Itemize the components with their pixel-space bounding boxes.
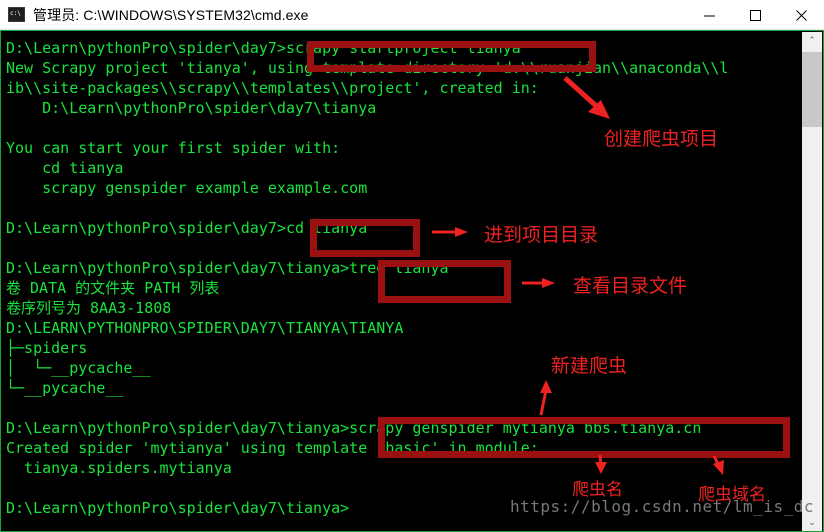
maximize-button[interactable] xyxy=(732,0,778,30)
minimize-button[interactable] xyxy=(686,0,732,30)
scrollbar-thumb[interactable] xyxy=(802,52,822,127)
terminal-line: scrapy genspider example example.com xyxy=(6,179,368,197)
terminal-line: cd tianya xyxy=(6,159,124,177)
close-button[interactable] xyxy=(778,0,824,30)
terminal-line: You can start your first spider with: xyxy=(6,139,341,157)
terminal-line: D:\Learn\pythonPro\spider\day7\tianya>tr… xyxy=(6,259,449,277)
scroll-down-arrow-icon[interactable]: ⌄ xyxy=(802,514,822,531)
terminal-line: 卷 DATA 的文件夹 PATH 列表 xyxy=(6,279,220,297)
terminal-line: └─__pycache__ xyxy=(6,379,124,397)
terminal-line: 卷序列号为 8AA3-1808 xyxy=(6,299,172,317)
close-icon xyxy=(795,9,807,21)
window-controls xyxy=(686,0,824,30)
window-titlebar[interactable]: 管理员: C:\WINDOWS\SYSTEM32\cmd.exe xyxy=(0,0,824,30)
console-area[interactable]: D:\Learn\pythonPro\spider\day7>scrapy st… xyxy=(0,30,824,532)
terminal-line: D:\Learn\pythonPro\spider\day7>cd tianya xyxy=(6,219,368,237)
terminal-line: ├─spiders xyxy=(6,339,88,357)
terminal-line: New Scrapy project 'tianya', using templ… xyxy=(6,59,729,77)
window-title: 管理员: C:\WINDOWS\SYSTEM32\cmd.exe xyxy=(33,6,309,23)
terminal-line: Created spider 'mytianya' using template… xyxy=(6,439,539,457)
terminal-line: D:\Learn\pythonPro\spider\day7\tianya>sc… xyxy=(6,419,702,437)
terminal-line: │ └─__pycache__ xyxy=(6,359,151,377)
console-screen[interactable]: D:\Learn\pythonPro\spider\day7>scrapy st… xyxy=(2,32,804,531)
terminal-line: D:\LEARN\PYTHONPRO\SPIDER\DAY7\TIANYA\TI… xyxy=(6,319,404,337)
cmd-icon xyxy=(8,7,25,22)
minimize-icon xyxy=(703,15,715,16)
maximize-icon xyxy=(749,9,761,21)
terminal-line: D:\Learn\pythonPro\spider\day7\tianya> xyxy=(6,499,350,517)
cmd-window: 管理员: C:\WINDOWS\SYSTEM32\cmd.exe xyxy=(0,0,824,532)
scroll-up-arrow-icon[interactable]: ⌃ xyxy=(802,32,822,50)
terminal-line: ib\\site-packages\\scrapy\\templates\\pr… xyxy=(6,79,539,97)
terminal-line: D:\Learn\pythonPro\spider\day7\tianya xyxy=(6,99,377,117)
terminal-line: tianya.spiders.mytianya xyxy=(6,459,232,477)
terminal-output: D:\Learn\pythonPro\spider\day7>scrapy st… xyxy=(6,38,728,518)
terminal-line: D:\Learn\pythonPro\spider\day7>scrapy st… xyxy=(6,39,521,57)
console-scrollbar[interactable]: ⌃ ⌄ xyxy=(802,32,822,531)
